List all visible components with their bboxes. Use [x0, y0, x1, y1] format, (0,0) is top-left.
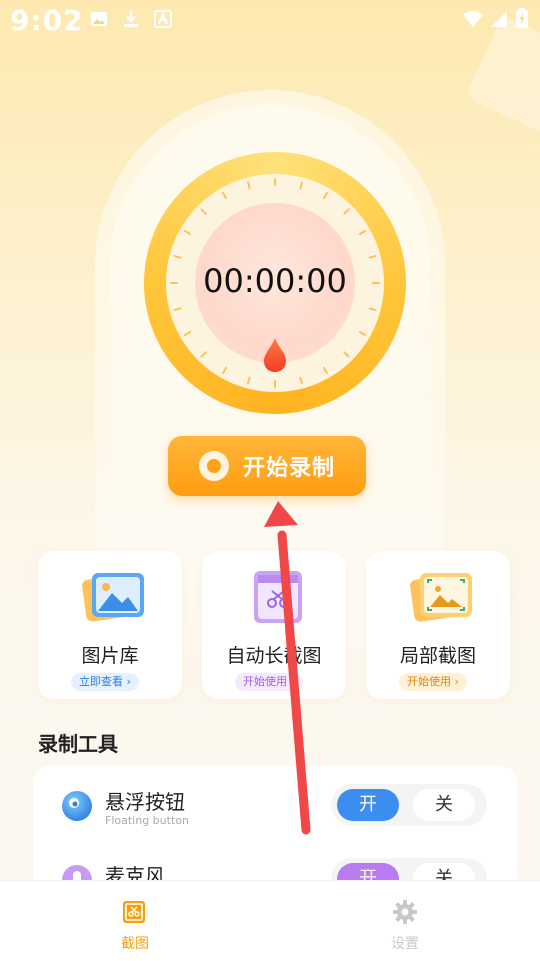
dial-tick [323, 366, 328, 375]
gallery-view-badge[interactable]: 立即查看 › [71, 673, 139, 691]
dial-tick [368, 255, 377, 259]
dial-tick [299, 181, 303, 190]
nav-label-settings: 设置 [391, 936, 419, 952]
start-recording-label: 开始录制 [242, 456, 335, 481]
dial-tick [368, 307, 377, 311]
bottom-navigation: 截图 设置 [0, 880, 540, 961]
screenshot-nav-icon [123, 901, 145, 923]
wifi-icon [463, 11, 483, 27]
dial-tick [200, 351, 207, 358]
recording-tools-title: 录制工具 [38, 732, 118, 756]
dial-tick [343, 208, 350, 215]
floating-button-subtitle: Floating button [105, 814, 189, 827]
nav-item-settings[interactable]: 设置 [270, 881, 540, 961]
floating-button-toggle: 开 关 [331, 784, 487, 826]
partial-screenshot-badge[interactable]: 开始使用 › [399, 673, 467, 691]
annotation-arrow [264, 501, 311, 835]
dial-tick [173, 307, 182, 311]
dial-tick [222, 366, 227, 375]
dial-tick [358, 230, 367, 235]
gallery-card-title: 图片库 [81, 645, 139, 667]
nav-label-screenshot: 截图 [121, 936, 149, 952]
dial-tick [222, 191, 227, 200]
floating-button-icon [62, 791, 92, 821]
floating-button-on[interactable]: 开 [337, 789, 399, 821]
dial-tick [323, 191, 328, 200]
partial-screenshot-card[interactable]: 局部截图 开始使用 › [366, 551, 510, 699]
gallery-card[interactable]: 图片库 立即查看 › [38, 551, 182, 699]
dial-tick [200, 208, 207, 215]
dial-tick [358, 331, 367, 336]
start-recording-button[interactable]: 开始录制 [168, 436, 366, 496]
partial-screenshot-icon [410, 573, 472, 622]
nav-item-screenshot[interactable]: 截图 [0, 881, 270, 961]
status-time: 9:02 [10, 4, 84, 37]
dial-tick [247, 181, 251, 190]
floating-button-label: 悬浮按钮 [105, 790, 185, 814]
download-notification-icon [124, 11, 138, 27]
dial-tick [173, 255, 182, 259]
gallery-icon [82, 573, 144, 622]
dial-tick [183, 230, 192, 235]
gear-icon [393, 900, 417, 924]
flame-icon [264, 338, 286, 372]
dial-tick [343, 351, 350, 358]
partial-screenshot-title: 局部截图 [399, 645, 476, 667]
dial-tick [299, 376, 303, 385]
floating-button-off[interactable]: 关 [413, 789, 475, 821]
dial-tick [247, 376, 251, 385]
timer-display: 00:00:00 [203, 262, 347, 300]
play-icon [198, 451, 229, 481]
status-bar: 9:02 [0, 0, 540, 40]
dial-tick [183, 331, 192, 336]
image-notification-icon [91, 12, 107, 26]
app-notification-icon [154, 10, 172, 28]
